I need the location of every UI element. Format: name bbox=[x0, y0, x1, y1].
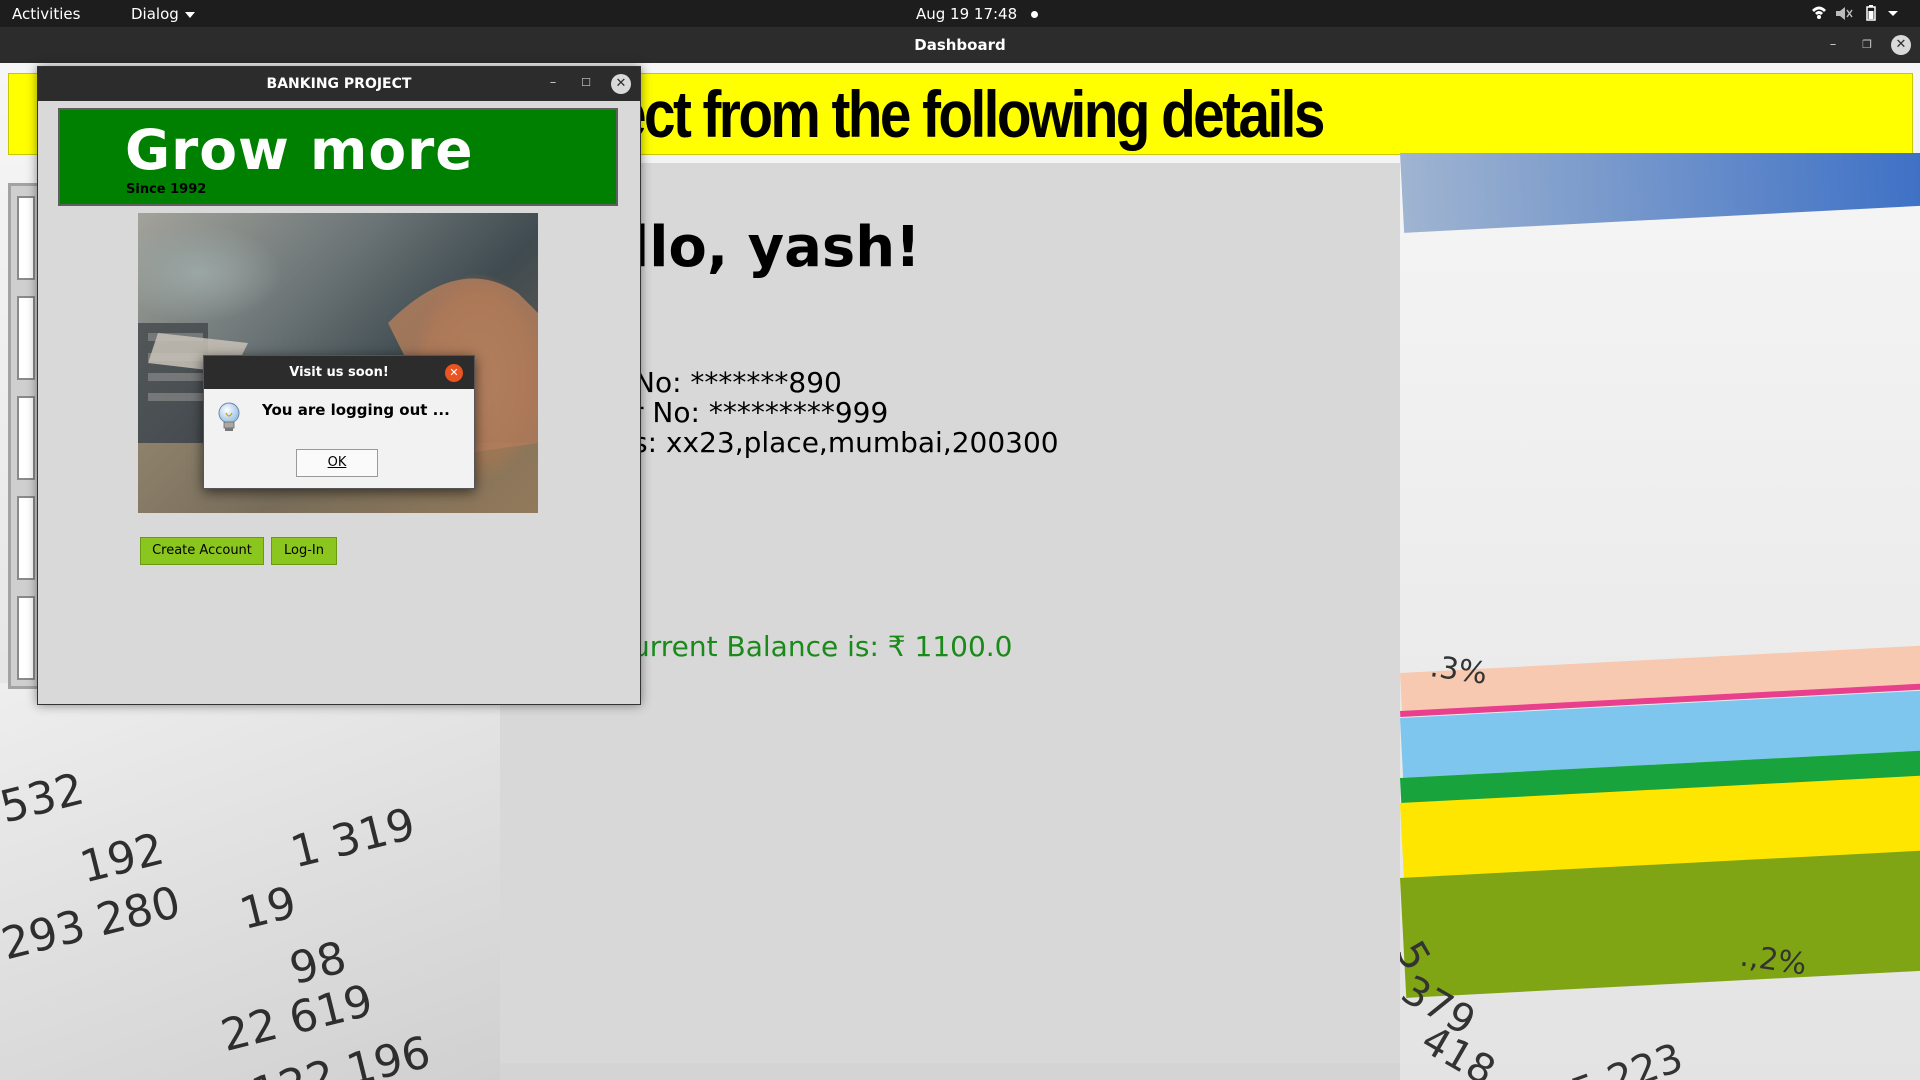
account-number: No: *******890 bbox=[636, 366, 842, 399]
background-image-charts: .3% .,2% 5 379 418 5 223 bbox=[1400, 153, 1920, 1080]
maximize-button[interactable]: ☐ bbox=[575, 72, 597, 94]
system-menu[interactable] bbox=[1810, 4, 1910, 26]
background-image-numbers: 532 192 1 319 293 280 19 98 22 619 122 1… bbox=[0, 683, 500, 1080]
login-button[interactable]: Log-In bbox=[271, 537, 337, 565]
dashboard-titlebar[interactable]: Dashboard – ❐ ✕ bbox=[0, 27, 1920, 63]
dialog-message: You are logging out ... bbox=[262, 401, 450, 419]
dashboard-window-title: Dashboard bbox=[914, 36, 1006, 54]
background-number: 5 223 bbox=[1565, 1034, 1689, 1080]
battery-icon bbox=[1866, 5, 1876, 21]
notification-dot-icon bbox=[1031, 11, 1039, 18]
dialog-titlebar[interactable]: Visit us soon! ✕ bbox=[204, 356, 474, 389]
background-number: 19 bbox=[234, 876, 302, 941]
lightbulb-icon bbox=[218, 402, 240, 431]
banner-text: ect from the following details bbox=[615, 77, 1325, 151]
clock-label: Aug 19 17:48 bbox=[916, 5, 1018, 23]
minimize-button[interactable]: – bbox=[1822, 34, 1844, 56]
ok-button[interactable]: OK bbox=[296, 449, 378, 477]
current-balance: urrent Balance is: ₹ 1100.0 bbox=[636, 630, 1013, 663]
chevron-down-icon bbox=[1888, 11, 1898, 16]
phone-number: r No: *********999 bbox=[636, 396, 889, 429]
activities-button[interactable]: Activities bbox=[12, 5, 80, 23]
logo-title: Grow more bbox=[125, 118, 474, 182]
create-account-button[interactable]: Create Account bbox=[140, 537, 264, 565]
app-menu-label: Dialog bbox=[131, 5, 179, 23]
app-menu[interactable]: Dialog bbox=[131, 5, 195, 23]
wifi-icon bbox=[1812, 6, 1826, 19]
close-button[interactable]: ✕ bbox=[445, 364, 463, 382]
background-number: 1 319 bbox=[285, 798, 421, 879]
logo-subtitle: Since 1992 bbox=[126, 182, 207, 197]
close-button[interactable]: ✕ bbox=[611, 74, 631, 94]
restore-button[interactable]: ❐ bbox=[1856, 34, 1878, 56]
top-panel: Activities Dialog Aug 19 17:48 bbox=[0, 0, 1920, 27]
bank-titlebar[interactable]: BANKING PROJECT – ☐ ✕ bbox=[38, 67, 640, 101]
logo-banner: Grow more Since 1992 bbox=[58, 108, 618, 206]
volume-muted-icon bbox=[1836, 7, 1853, 20]
background-number: 532 bbox=[0, 763, 89, 834]
close-button[interactable]: ✕ bbox=[1891, 35, 1911, 55]
chart-stripe-blue bbox=[1400, 153, 1920, 233]
address: s: xx23,place,mumbai,200300 bbox=[636, 426, 1059, 459]
logout-dialog: Visit us soon! ✕ You are logging out ...… bbox=[203, 355, 475, 489]
chevron-down-icon bbox=[184, 11, 195, 18]
clock[interactable]: Aug 19 17:48 bbox=[916, 5, 1039, 23]
minimize-button[interactable]: – bbox=[542, 72, 564, 94]
system-status-icons bbox=[1812, 5, 1898, 21]
dialog-title: Visit us soon! bbox=[289, 365, 389, 380]
